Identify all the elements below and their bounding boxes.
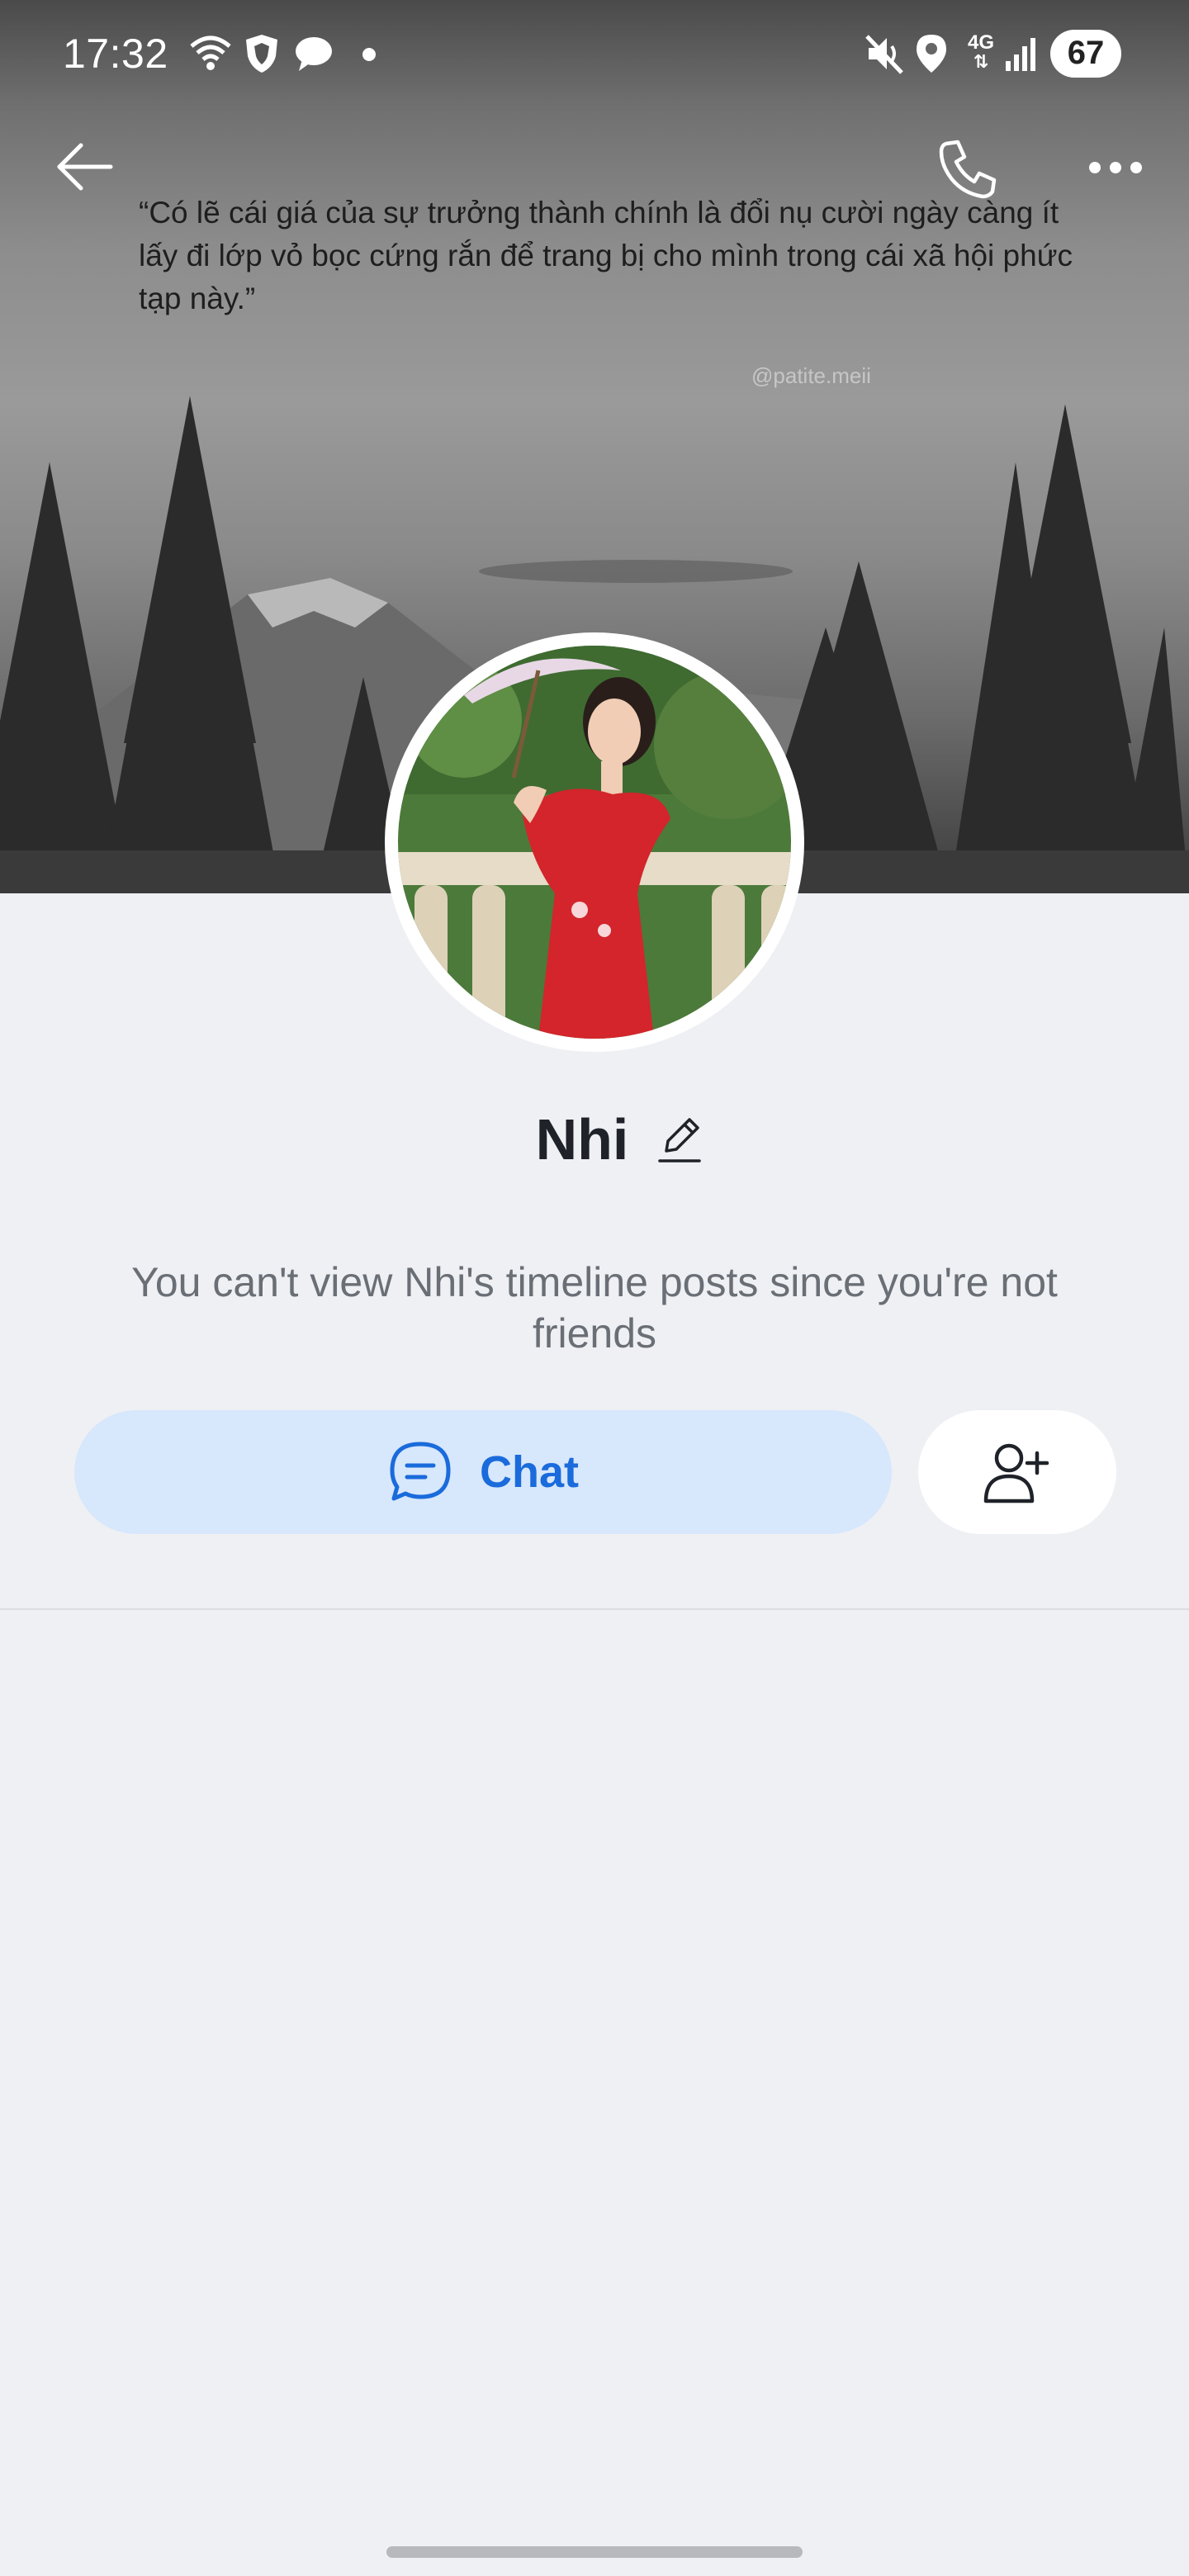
- battery-icon: 67: [1050, 30, 1121, 78]
- dot-icon: [362, 48, 376, 61]
- home-indicator[interactable]: [386, 2546, 803, 2558]
- avatar[interactable]: [398, 646, 791, 1039]
- wifi-icon: [190, 36, 231, 70]
- network-label: 4G: [967, 31, 994, 54]
- status-bar: 17:32 4G ⇅ 67: [0, 0, 1189, 112]
- chat-bubble-icon: [296, 37, 332, 71]
- phone-call-icon[interactable]: [935, 135, 1001, 201]
- location-icon: [917, 35, 946, 73]
- add-friend-icon: [983, 1443, 1049, 1503]
- chat-bubble-icon: [390, 1442, 451, 1501]
- status-time: 17:32: [63, 31, 168, 77]
- timeline-notice-text: You can't view Nhi's timeline posts sinc…: [131, 1259, 1058, 1357]
- add-friend-button[interactable]: [918, 1410, 1116, 1534]
- edit-pencil-icon[interactable]: [656, 1115, 703, 1164]
- network-4g-icon: 4G ⇅: [967, 31, 994, 72]
- avatar-photo: [398, 646, 791, 1039]
- cover-watermark: @patite.meii: [751, 363, 871, 388]
- signal-icon: [1006, 38, 1035, 71]
- chat-button-label: Chat: [480, 1447, 579, 1497]
- chat-button[interactable]: Chat: [74, 1410, 892, 1534]
- battery-level: 67: [1067, 35, 1105, 71]
- profile-name-row: Nhi: [0, 1106, 1189, 1172]
- mute-icon: [865, 35, 903, 74]
- more-options-icon[interactable]: [1087, 154, 1144, 182]
- vpn-shield-icon: [246, 35, 277, 73]
- back-arrow-icon[interactable]: [54, 140, 116, 193]
- cover-quote-text: “Có lẽ cái giá của sự trưởng thành chính…: [139, 196, 1073, 315]
- profile-name: Nhi: [535, 1107, 629, 1172]
- section-divider: [0, 1608, 1189, 1610]
